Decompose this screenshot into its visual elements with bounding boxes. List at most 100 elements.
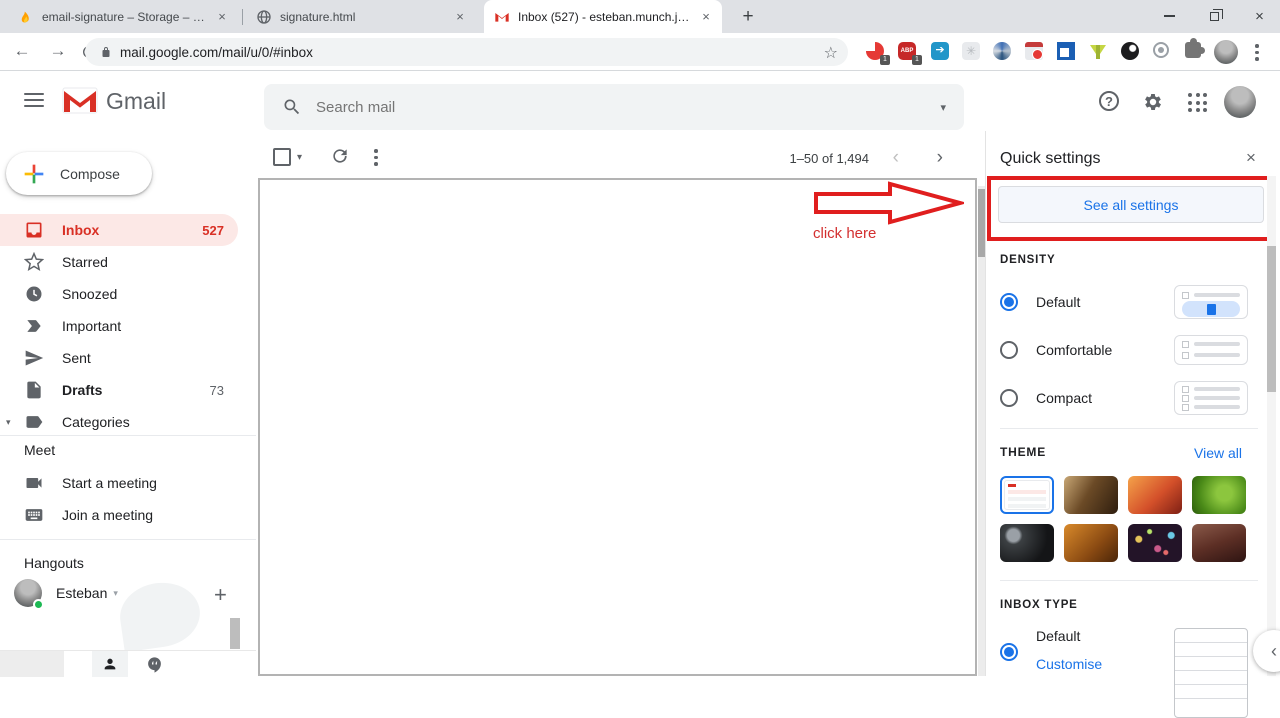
extension-target-icon[interactable] [1153, 42, 1173, 62]
radio-selected-icon[interactable] [1000, 293, 1018, 311]
inbox-type-default-label: Default [1036, 628, 1080, 644]
theme-thumbnail-chess[interactable] [1064, 476, 1118, 514]
sidebar-item-label: Drafts [62, 382, 102, 398]
contacts-tab[interactable] [92, 651, 128, 677]
density-option-label: Compact [1036, 390, 1092, 406]
extension-funnel-icon[interactable] [1090, 45, 1110, 65]
blocker-icon [1025, 42, 1043, 60]
new-conversation-button[interactable]: + [214, 582, 227, 608]
browser-menu-icon[interactable] [1255, 44, 1259, 61]
collapse-panel-button[interactable]: ‹ [1253, 630, 1280, 672]
clock-icon [24, 284, 44, 304]
extension-crop-icon[interactable] [1057, 42, 1077, 62]
gmail-icon [494, 9, 510, 25]
sidebar-item-important[interactable]: Important [0, 310, 238, 342]
theme-thumbnail-leaf[interactable] [1192, 476, 1246, 514]
inbox-type-radio-selected[interactable] [1000, 643, 1018, 661]
theme-view-all-link[interactable]: View all [1194, 445, 1242, 461]
search-input[interactable] [316, 99, 940, 116]
more-options-icon[interactable] [374, 149, 378, 166]
status-caret-icon[interactable]: ▾ [113, 588, 118, 599]
window-minimize-button[interactable] [1147, 0, 1192, 32]
sidebar-item-drafts[interactable]: Drafts 73 [0, 374, 238, 406]
radio-icon[interactable] [1000, 389, 1018, 407]
google-apps-icon[interactable] [1188, 93, 1207, 112]
sidebar-item-categories[interactable]: ▾ Categories [0, 406, 238, 438]
extension-privacy-icon[interactable]: 1 [866, 42, 886, 62]
browser-tab-firebase[interactable]: email-signature – Storage – Fireb × [8, 0, 238, 33]
search-bar[interactable]: ▾ [264, 84, 964, 130]
compose-button[interactable]: Compose [6, 152, 152, 195]
main-menu-icon[interactable] [24, 93, 44, 107]
extension-darkreader-icon[interactable] [1121, 42, 1141, 62]
panel-scrollbar-thumb[interactable] [1267, 246, 1276, 392]
browser-profile-avatar[interactable] [1214, 40, 1238, 64]
tab-close-icon[interactable]: × [214, 9, 230, 25]
help-icon[interactable]: ? [1099, 91, 1119, 111]
density-preview-compact [1174, 381, 1248, 415]
density-option-default[interactable]: Default [1000, 285, 1080, 319]
extension-share-icon[interactable]: ➔ [931, 42, 951, 62]
browser-tab-inbox-active[interactable]: Inbox (527) - esteban.munch.jone × [484, 0, 722, 33]
list-scrollbar-thumb[interactable] [978, 189, 985, 257]
refresh-icon[interactable] [330, 146, 350, 166]
puzzle-icon [1185, 42, 1201, 58]
newer-page-icon[interactable]: ‹ [893, 147, 899, 169]
panel-close-icon[interactable]: × [1246, 148, 1256, 168]
density-option-comfortable[interactable]: Comfortable [1000, 333, 1112, 367]
browser-navbar: ← → mail.google.com/mail/u/0/#inbox ☆ 1 … [0, 33, 1280, 71]
settings-gear-icon[interactable] [1142, 91, 1164, 113]
funnel-icon [1090, 45, 1106, 57]
theme-thumbnail-river[interactable] [1192, 524, 1246, 562]
gmail-logo-text: Gmail [106, 88, 166, 115]
swirl-icon [993, 42, 1011, 60]
back-icon[interactable]: ← [11, 41, 33, 61]
draft-count: 73 [210, 383, 224, 398]
sidebar-footer [0, 650, 256, 676]
customise-link[interactable]: Customise [1036, 656, 1102, 672]
new-tab-button[interactable]: + [736, 6, 760, 30]
browser-tab-signature[interactable]: signature.html × [246, 0, 476, 33]
expand-caret-icon[interactable]: ▾ [6, 417, 11, 428]
bookmark-star-icon[interactable]: ☆ [824, 43, 838, 63]
forward-icon[interactable]: → [47, 41, 69, 61]
extension-disabled-gear-icon[interactable]: ✳ [962, 42, 982, 62]
window-restore-button[interactable] [1192, 0, 1237, 32]
tab-close-icon[interactable]: × [452, 9, 468, 25]
unread-count: 527 [202, 223, 224, 238]
radio-icon[interactable] [1000, 341, 1018, 359]
theme-thumbnail-canyon[interactable] [1128, 476, 1182, 514]
hangouts-contact-row[interactable]: Esteban ▾ [14, 579, 118, 607]
density-option-compact[interactable]: Compact [1000, 381, 1092, 415]
tab-title: signature.html [280, 10, 444, 24]
select-all-checkbox[interactable] [273, 148, 291, 166]
extensions-puzzle-icon[interactable] [1185, 42, 1205, 62]
share-arrow-icon: ➔ [931, 42, 949, 60]
theme-thumbnail-default[interactable] [1000, 476, 1054, 514]
hangouts-tab[interactable] [136, 651, 172, 677]
extension-blocker-icon[interactable] [1025, 42, 1045, 62]
select-caret-icon[interactable]: ▾ [297, 152, 302, 163]
divider [1000, 580, 1258, 581]
account-avatar[interactable] [1224, 86, 1256, 118]
join-meeting-item[interactable]: Join a meeting [0, 499, 238, 531]
sidebar-item-inbox[interactable]: Inbox 527 [0, 214, 238, 246]
extension-adblock-icon[interactable]: ABP1 [898, 42, 918, 62]
sidebar-item-snoozed[interactable]: Snoozed [0, 278, 238, 310]
hangouts-avatar [14, 579, 42, 607]
address-bar[interactable]: mail.google.com/mail/u/0/#inbox ☆ [85, 38, 848, 66]
theme-thumbnail-bokeh[interactable] [1128, 524, 1182, 562]
sidebar-item-sent[interactable]: Sent [0, 342, 238, 374]
theme-thumbnail-autumn[interactable] [1064, 524, 1118, 562]
extension-swirl-icon[interactable] [993, 42, 1013, 62]
sidebar-item-starred[interactable]: Starred [0, 246, 238, 278]
list-scrollbar-track[interactable] [978, 186, 985, 676]
search-options-caret-icon[interactable]: ▾ [940, 101, 946, 114]
start-meeting-item[interactable]: Start a meeting [0, 467, 238, 499]
older-page-icon[interactable]: › [937, 147, 943, 169]
tab-close-icon[interactable]: × [698, 9, 714, 25]
window-close-button[interactable]: × [1237, 0, 1280, 32]
theme-thumbnail-spheres[interactable] [1000, 524, 1054, 562]
sidebar-scrollbar[interactable] [230, 618, 240, 649]
sidebar: Compose Inbox 527 Starred Snoozed Import… [0, 131, 256, 676]
